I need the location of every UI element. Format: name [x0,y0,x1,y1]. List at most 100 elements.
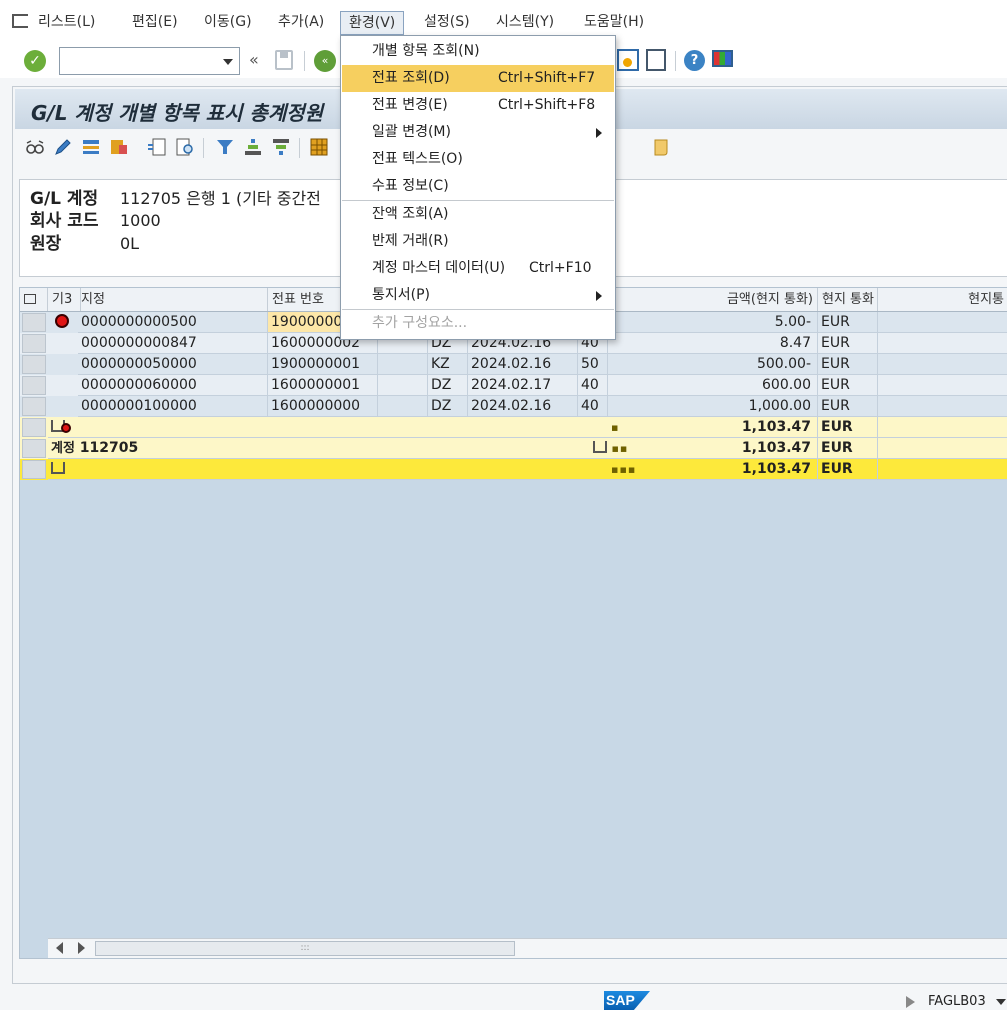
amount-cell: 500.00- [608,354,818,375]
row-selector[interactable] [22,397,46,416]
doc-type-cell: KZ [428,354,468,375]
assignment-cell: 0000000000847 [78,333,268,354]
command-field[interactable] [59,47,240,75]
deselect-icon[interactable] [109,137,129,157]
collapse-toolbar-icon[interactable]: « [249,50,259,69]
company-code-label: 회사 코드 [30,211,99,231]
menu-list[interactable]: 리스트(L) [12,11,103,35]
pencil-icon[interactable] [53,137,73,157]
shortcut-display-document: Ctrl+Shift+F7 [498,70,596,86]
cell [878,396,1007,417]
row-selector[interactable] [22,439,46,458]
menu-item-mass-change[interactable]: 일괄 변경(M) [342,119,614,146]
currency-cell: EUR [818,312,878,333]
filter-icon[interactable] [215,137,235,157]
account-total-row[interactable]: 계정 112705 ▪▪ 1,103.47 EUR [20,438,1007,459]
row-selector[interactable] [22,376,46,395]
row-selector[interactable] [22,355,46,374]
company-code-value: 1000 [120,211,161,230]
status-dropdown-chevron-icon[interactable] [996,999,1006,1005]
document-number-cell[interactable]: 1900000001 [268,354,378,375]
menu-item-clearing-transaction[interactable]: 반제 거래(R) [342,228,614,255]
menu-item-check-info[interactable]: 수표 정보(C) [342,173,614,200]
sort-ascending-icon[interactable] [243,137,263,157]
document-number-cell[interactable]: 1600000001 [268,375,378,396]
subtotal-row[interactable]: ▪ 1,103.47 EUR [20,417,1007,438]
toolbar-separator [304,51,305,71]
row-selector[interactable] [22,460,46,479]
exit-menu-icon [12,14,28,28]
save-icon[interactable] [275,50,293,70]
row-selector[interactable] [22,313,46,332]
account-total-level-marker: ▪▪ [611,442,629,455]
menu-item-line-item-display[interactable]: 개별 항목 조회(N) [342,38,614,65]
menu-system[interactable]: 시스템(Y) [488,11,562,35]
menu-goto[interactable]: 이동(G) [196,11,260,35]
amount-cell: 5.00- [608,312,818,333]
menu-help[interactable]: 도움말(H) [576,11,652,35]
amount-cell: 1,000.00 [608,396,818,417]
scroll-right-arrow-icon[interactable] [78,942,85,954]
line-items-grid: 기3 지정 전표 번호 금액(현지 통화) 현지 통화 현지통 00000000… [19,287,1007,959]
column-header-local-currency[interactable]: 현지통 [878,288,1007,311]
column-header-assignment[interactable]: 지정 [77,288,268,311]
shortcut-account-master-data: Ctrl+F10 [529,260,592,276]
glasses-icon[interactable] [25,137,45,157]
customize-layout-icon[interactable] [712,50,733,67]
expand-status-icon[interactable] [906,996,915,1008]
toolbar-separator [675,51,676,71]
menu-item-balance-display[interactable]: 잔액 조회(A) [342,201,614,228]
document-number-cell[interactable]: 1600000000 [268,396,378,417]
grand-total-amount-cell: 1,103.47 [648,459,818,480]
details-icon[interactable] [147,137,167,157]
ledger-value: 0L [120,234,140,253]
menu-extras[interactable]: 추가(A) [270,11,332,35]
row-selector[interactable] [22,334,46,353]
scrollbar-thumb[interactable]: ::: [95,941,515,956]
menu-item-display-document[interactable]: 전표 조회(D) Ctrl+Shift+F7 [342,65,614,92]
menu-item-additional-components: 추가 구성요소... [372,315,468,331]
account-total-amount-cell: 1,103.47 [648,438,818,459]
column-header-amount[interactable]: 금액(현지 통화) [608,288,818,311]
grand-total-level-cell: ▪▪▪ [608,459,648,480]
horizontal-scrollbar[interactable]: ::: [48,938,1007,958]
shortcut-icon[interactable] [646,49,666,71]
column-header-currency[interactable]: 현지 통화 [818,288,878,311]
menu-settings[interactable]: 설정(S) [416,11,478,35]
sort-descending-icon[interactable] [271,137,291,157]
back-icon[interactable]: « [314,50,336,72]
grand-total-row[interactable]: ▪▪▪ 1,103.47 EUR [20,459,1007,480]
command-input[interactable] [64,49,214,73]
table-row[interactable]: 0000000050000 1900000001 KZ 2024.02.16 5… [20,354,1007,375]
menu-item-document-text[interactable]: 전표 텍스트(O) [342,146,614,173]
account-total-level-cell: ▪▪ [590,438,650,459]
cell [378,375,428,396]
menu-item-correspondence[interactable]: 통지서(P) [342,282,614,309]
subtotal-amount-cell: 1,103.47 [648,417,818,438]
new-session-icon[interactable] [617,49,639,71]
cell [378,354,428,375]
account-total-label-cell: 계정 112705 [48,438,608,459]
scroll-left-arrow-icon[interactable] [56,942,63,954]
help-icon[interactable]: ? [684,50,705,71]
account-total-sum-icon [593,441,607,453]
menu-item-account-master-data[interactable]: 계정 마스터 데이터(U) Ctrl+F10 [342,255,614,282]
table-row[interactable]: 0000000100000 1600000000 DZ 2024.02.16 4… [20,396,1007,417]
print-preview-icon[interactable] [175,137,195,157]
layout-grid-icon[interactable] [309,137,329,157]
red-traffic-light-icon [55,314,69,328]
scroll-icon[interactable] [651,137,671,157]
row-selector[interactable] [22,418,46,437]
menu-item-change-document[interactable]: 전표 변경(E) Ctrl+Shift+F8 [342,92,614,119]
posting-key-cell: 40 [578,396,608,417]
command-history-chevron-icon[interactable] [223,59,233,65]
menu-environment[interactable]: 환경(V) [340,11,405,35]
select-all-icon[interactable] [81,137,101,157]
menu-edit[interactable]: 편집(E) [124,11,186,35]
subtotal-level-cell: ▪ [608,417,648,438]
table-row[interactable]: 0000000060000 1600000001 DZ 2024.02.17 4… [20,375,1007,396]
enter-check-icon[interactable]: ✓ [24,50,46,72]
currency-cell: EUR [818,354,878,375]
column-layout-icon[interactable] [20,288,48,311]
environment-dropdown-menu: 개별 항목 조회(N) 전표 조회(D) Ctrl+Shift+F7 전표 변경(… [340,35,616,340]
